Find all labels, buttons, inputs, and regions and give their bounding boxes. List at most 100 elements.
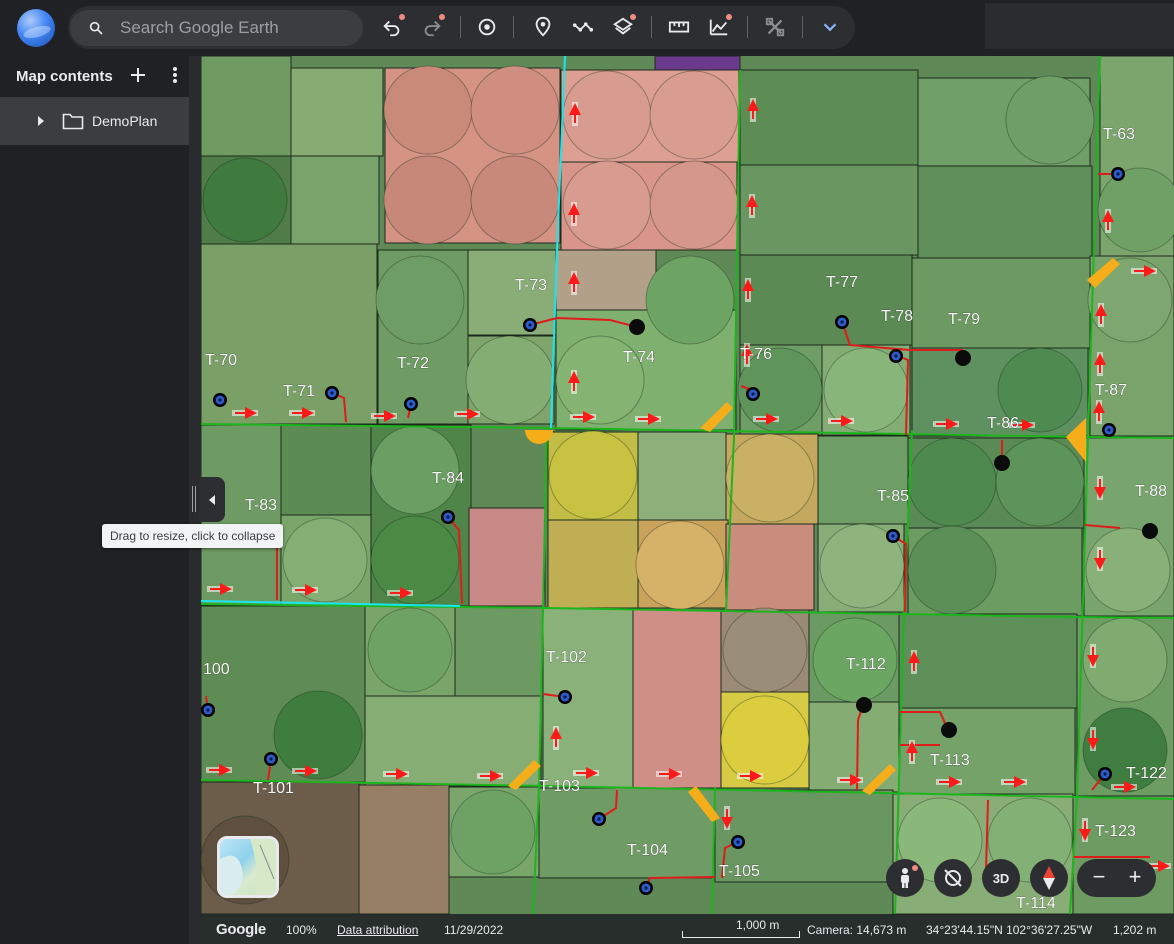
sidebar-item-label: DemoPlan <box>92 113 158 129</box>
camera-altitude: Camera: 14,673 m <box>807 923 907 937</box>
layers-button[interactable] <box>609 13 637 41</box>
map-contents-panel: Map contents DemoPlan <box>0 56 189 944</box>
tract-labels: T-63 T-70 T-71 T-72 T-73 T-74 T-76 T-77 T-78 T-79… <box>203 126 1168 913</box>
well-marker-center <box>597 817 601 821</box>
junction-node[interactable] <box>1142 523 1158 539</box>
overview-map-button[interactable] <box>217 836 279 898</box>
tract-label: T-70 <box>205 352 237 369</box>
status-bar: Google 100% Data attribution 11/29/2022 … <box>201 914 1174 944</box>
well-marker-center <box>269 757 273 761</box>
tract-label: T-83 <box>245 497 277 514</box>
tract-label: T-103 <box>539 778 580 795</box>
tract-label: T-112 <box>846 656 886 673</box>
more-vert-icon[interactable] <box>165 65 185 85</box>
pegman-button[interactable] <box>886 859 924 897</box>
tract-label: T-105 <box>719 863 760 880</box>
measure-icon <box>668 21 690 33</box>
add-icon[interactable] <box>128 65 148 85</box>
well-marker-center <box>1103 772 1107 776</box>
well-marker-center <box>330 391 334 395</box>
tract-label: T-85 <box>877 488 909 505</box>
sidebar-item-demoplan[interactable]: DemoPlan <box>0 97 189 145</box>
history-button[interactable] <box>473 13 501 41</box>
search-icon <box>89 21 103 35</box>
search-input[interactable] <box>120 17 350 39</box>
collapse-panel-button[interactable] <box>199 477 225 522</box>
history-icon <box>478 18 496 36</box>
top-bar <box>0 0 1174 56</box>
junction-node[interactable] <box>629 319 645 335</box>
undo-button[interactable] <box>378 13 406 41</box>
account-area <box>985 3 1174 49</box>
tract-label: T-84 <box>432 470 464 487</box>
map-viewport[interactable]: T-63 T-70 T-71 T-72 T-73 T-74 T-76 T-77 T-78 T-79… <box>201 56 1174 944</box>
search-box[interactable] <box>70 10 363 46</box>
caret-right-icon[interactable] <box>36 115 46 127</box>
tract-label: T-122 <box>1126 765 1167 782</box>
panel-title: Map contents <box>16 68 113 85</box>
chevron-left-icon <box>209 494 215 505</box>
add-placemark-button[interactable] <box>529 13 557 41</box>
data-attribution-link[interactable]: Data attribution <box>337 923 418 937</box>
tract-label: T-102 <box>546 649 587 666</box>
well-marker-center <box>891 534 895 538</box>
tract-label: T-114 <box>1016 895 1056 912</box>
well-marker-center <box>1116 172 1120 176</box>
settings-button[interactable] <box>761 13 789 41</box>
tract-label: T-76 <box>740 346 772 363</box>
tract-label: T-71 <box>283 383 315 400</box>
settings-icon <box>765 17 785 37</box>
cursor-coordinates: 34°23'44.15"N 102°36'27.25"W <box>926 923 1093 937</box>
resize-handle-icon[interactable] <box>192 486 196 512</box>
measure-button[interactable] <box>665 13 693 41</box>
tract-label: T-87 <box>1095 382 1127 399</box>
add-placemark-icon <box>535 16 551 37</box>
add-path-button[interactable] <box>569 13 597 41</box>
well-marker-center <box>894 354 898 358</box>
well-marker-center <box>563 695 567 699</box>
tract-label: T-86 <box>987 415 1019 432</box>
reset-tilt-button[interactable] <box>934 859 972 897</box>
tract-label: T-113 <box>930 752 970 769</box>
tract-label: T-63 <box>1103 126 1135 143</box>
junction-node[interactable] <box>994 455 1010 471</box>
well-marker-center <box>528 323 532 327</box>
well-marker-center <box>840 320 844 324</box>
elevation-button[interactable] <box>705 13 733 41</box>
junction-node[interactable] <box>856 697 872 713</box>
scale-label: 1,000 m <box>736 918 780 932</box>
add-path-icon <box>572 22 594 32</box>
scale-bar <box>682 931 800 938</box>
more-tools-button[interactable] <box>816 13 844 41</box>
tract-label: 100 <box>203 661 230 678</box>
compass-reset-icon <box>944 869 962 887</box>
chevron-down-icon <box>823 23 837 32</box>
compass-button[interactable] <box>1030 859 1068 897</box>
tract-label: T-123 <box>1095 823 1136 840</box>
tract-label: T-101 <box>253 780 294 797</box>
tract-label: T-74 <box>623 349 655 366</box>
google-earth-logo-icon[interactable] <box>17 9 55 47</box>
well-markers <box>201 167 1158 895</box>
compass-icon <box>1043 866 1055 890</box>
toggle-3d-button[interactable]: 3D <box>982 859 1020 897</box>
imagery-date: 11/29/2022 <box>444 923 504 937</box>
junction-node[interactable] <box>955 350 971 366</box>
zoom-in-button[interactable]: + <box>1123 865 1147 891</box>
well-marker-center <box>644 886 648 890</box>
tract-label: T-79 <box>948 311 980 328</box>
well-marker-center <box>751 392 755 396</box>
zoom-out-button[interactable]: − <box>1087 865 1111 891</box>
tract-label: T-77 <box>826 274 858 291</box>
well-marker-center <box>409 402 413 406</box>
flow-arrows <box>206 98 1171 872</box>
map-overlay: T-63 T-70 T-71 T-72 T-73 T-74 T-76 T-77 T-78 T-79… <box>201 98 1171 913</box>
well-marker-center <box>206 708 210 712</box>
tract-label: T-72 <box>397 355 429 372</box>
tract-label: T-73 <box>515 277 547 294</box>
well-marker-center <box>736 840 740 844</box>
redo-button[interactable] <box>418 13 446 41</box>
junction-node[interactable] <box>941 722 957 738</box>
well-marker-center <box>446 515 450 519</box>
google-logo: Google <box>216 921 266 938</box>
